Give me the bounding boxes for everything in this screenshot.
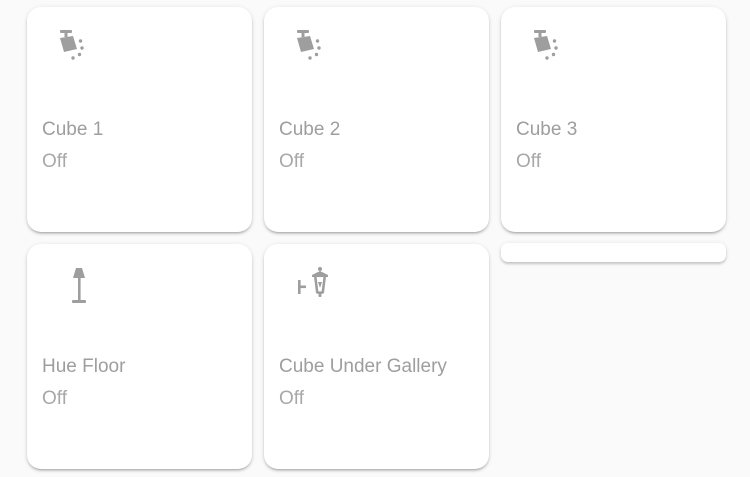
tile-cube-2[interactable]: Cube 2 Off xyxy=(264,7,489,232)
wall-lantern-icon xyxy=(288,264,336,312)
tile-name: Cube 2 xyxy=(279,119,341,140)
spotlight-icon xyxy=(51,27,99,75)
tile-hue-floor[interactable]: Hue Floor Off xyxy=(27,244,252,469)
tile-cube-1[interactable]: Cube 1 Off xyxy=(27,7,252,232)
tile-cube-3[interactable]: Cube 3 Off xyxy=(501,7,726,232)
tile-state: Off xyxy=(279,151,304,172)
tile-state: Off xyxy=(279,388,304,409)
spotlight-icon xyxy=(525,27,573,75)
spotlight-icon xyxy=(288,27,336,75)
tile-name: Cube Under Gallery xyxy=(279,356,447,377)
empty-card xyxy=(501,243,726,262)
tile-state: Off xyxy=(42,151,67,172)
tile-name: Cube 1 xyxy=(42,119,104,140)
tile-name: Cube 3 xyxy=(516,119,578,140)
entity-grid: Cube 1 Off Cube 2 Off Cube 3 Off Hue Flo… xyxy=(0,0,750,477)
tile-state: Off xyxy=(516,151,541,172)
floor-lamp-icon xyxy=(51,264,99,312)
tile-name: Hue Floor xyxy=(42,356,126,377)
tile-state: Off xyxy=(42,388,67,409)
tile-cube-under-gallery[interactable]: Cube Under Gallery Off xyxy=(264,244,489,469)
